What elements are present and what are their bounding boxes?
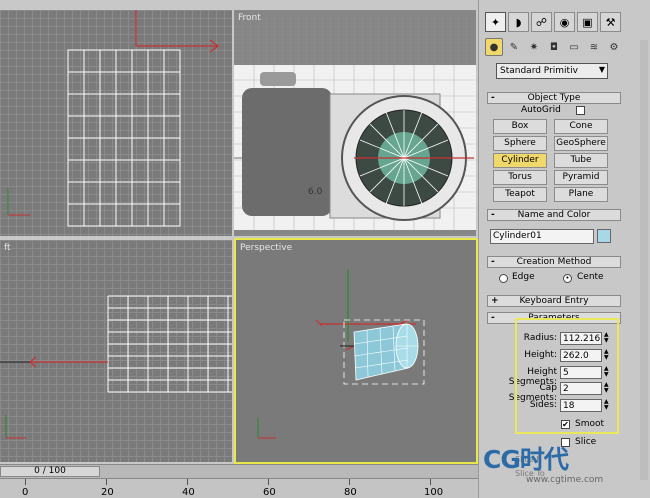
ruler-label: 0 [22, 487, 29, 498]
ruler-tick [430, 479, 431, 485]
ruler-tick [25, 479, 26, 485]
modify-tab-icon[interactable]: ◗ [508, 12, 529, 32]
hierarchy-tab-icon[interactable]: ☍ [531, 12, 552, 32]
object-type-title: Object Type [527, 93, 581, 103]
parameters-highlight-box [515, 318, 619, 434]
object-type-rollout[interactable]: - Object Type [487, 92, 621, 104]
chevron-down-icon: ▼ [598, 65, 605, 74]
ruler-tick [268, 479, 269, 485]
command-panel-tabs: ✦ ◗ ☍ ◉ ▣ ⚒ [485, 12, 621, 32]
cylinder-button[interactable]: Cylinder [493, 153, 547, 168]
front-viewport-label: Front [238, 13, 261, 23]
center-radio[interactable]: • [563, 274, 572, 283]
left-viewport-label: ft [4, 243, 11, 253]
top-view-wireframe [7, 10, 219, 227]
cylinder-object [257, 270, 425, 439]
display-tab-icon[interactable]: ▣ [577, 12, 598, 32]
ruler-tick [187, 479, 188, 485]
command-panel: ✦ ◗ ☍ ◉ ▣ ⚒ ● ✎ ✷ ◘ ▭ ≋ ⚙ Standard Primi… [478, 0, 650, 498]
ruler-label: 100 [424, 487, 444, 498]
name-and-color-rollout[interactable]: - Name and Color [487, 209, 621, 221]
ruler-tick [106, 479, 107, 485]
keyboard-entry-rollout[interactable]: + Keyboard Entry [487, 295, 621, 307]
spacewarps-icon[interactable]: ≋ [585, 38, 603, 56]
perspective-viewport[interactable]: Perspective [234, 238, 478, 464]
plane-button[interactable]: Plane [554, 187, 608, 202]
perspective-viewport-label: Perspective [240, 243, 293, 253]
creation-method-title: Creation Method [516, 257, 592, 267]
torus-button[interactable]: Torus [493, 170, 547, 185]
edge-radio[interactable] [499, 274, 508, 283]
cone-button[interactable]: Cone [554, 119, 608, 134]
panel-scrollbar[interactable] [640, 40, 648, 480]
object-color-swatch[interactable] [597, 229, 611, 243]
collapse-icon: - [491, 93, 495, 103]
slice-label: Slice [575, 437, 597, 447]
watermark-logo: CG时代 [483, 445, 569, 474]
box-button[interactable]: Box [493, 119, 547, 134]
create-tab-icon[interactable]: ✦ [485, 12, 506, 32]
primitive-type-dropdown[interactable]: Standard Primitiv ▼ [496, 63, 608, 79]
category-icons: ● ✎ ✷ ◘ ▭ ≋ ⚙ [485, 38, 623, 56]
shapes-icon[interactable]: ✎ [505, 38, 523, 56]
cameras-icon[interactable]: ◘ [545, 38, 563, 56]
autogrid-label: AutoGrid [521, 105, 561, 115]
utilities-tab-icon[interactable]: ⚒ [600, 12, 621, 32]
ruler-label: 80 [344, 487, 357, 498]
time-slider[interactable]: 0 / 100 [0, 466, 100, 477]
teapot-button[interactable]: Teapot [493, 187, 547, 202]
ruler-tick [349, 479, 350, 485]
object-name-field[interactable]: Cylinder01 [490, 229, 594, 244]
tube-button[interactable]: Tube [554, 153, 608, 168]
front-viewport[interactable]: 6.0 Front [234, 10, 476, 236]
systems-icon[interactable]: ⚙ [605, 38, 623, 56]
lights-icon[interactable]: ✷ [525, 38, 543, 56]
top-viewport[interactable] [0, 10, 232, 236]
pyramid-button[interactable]: Pyramid [554, 170, 608, 185]
helpers-icon[interactable]: ▭ [565, 38, 583, 56]
motion-tab-icon[interactable]: ◉ [554, 12, 575, 32]
left-view-wireframe [0, 295, 232, 439]
sphere-button[interactable]: Sphere [493, 136, 547, 151]
geosphere-button[interactable]: GeoSphere [554, 136, 608, 151]
edge-label: Edge [512, 272, 535, 282]
collapse-icon: - [491, 210, 495, 220]
autogrid-checkbox[interactable] [576, 106, 585, 115]
ruler-label: 60 [263, 487, 276, 498]
ruler-label: 40 [182, 487, 195, 498]
track-bar-ruler[interactable]: 0 20 40 60 80 100 [0, 478, 478, 498]
creation-method-rollout[interactable]: - Creation Method [487, 256, 621, 268]
collapse-icon: - [491, 313, 495, 323]
collapse-icon: - [491, 257, 495, 267]
left-viewport[interactable]: ft [0, 240, 232, 462]
watermark-url: www.cgtime.com [526, 475, 604, 485]
keyboard-entry-title: Keyboard Entry [519, 296, 589, 306]
time-slider-track[interactable]: 0 / 100 [0, 464, 478, 478]
geometry-icon[interactable]: ● [485, 38, 503, 56]
center-label: Cente [577, 272, 604, 282]
svg-text:6.0: 6.0 [308, 187, 323, 197]
name-and-color-title: Name and Color [517, 210, 591, 220]
expand-icon: + [491, 296, 499, 306]
camera-reference-image: 6.0 [234, 65, 476, 230]
ruler-label: 20 [101, 487, 114, 498]
primitive-type-value: Standard Primitiv [500, 66, 578, 76]
